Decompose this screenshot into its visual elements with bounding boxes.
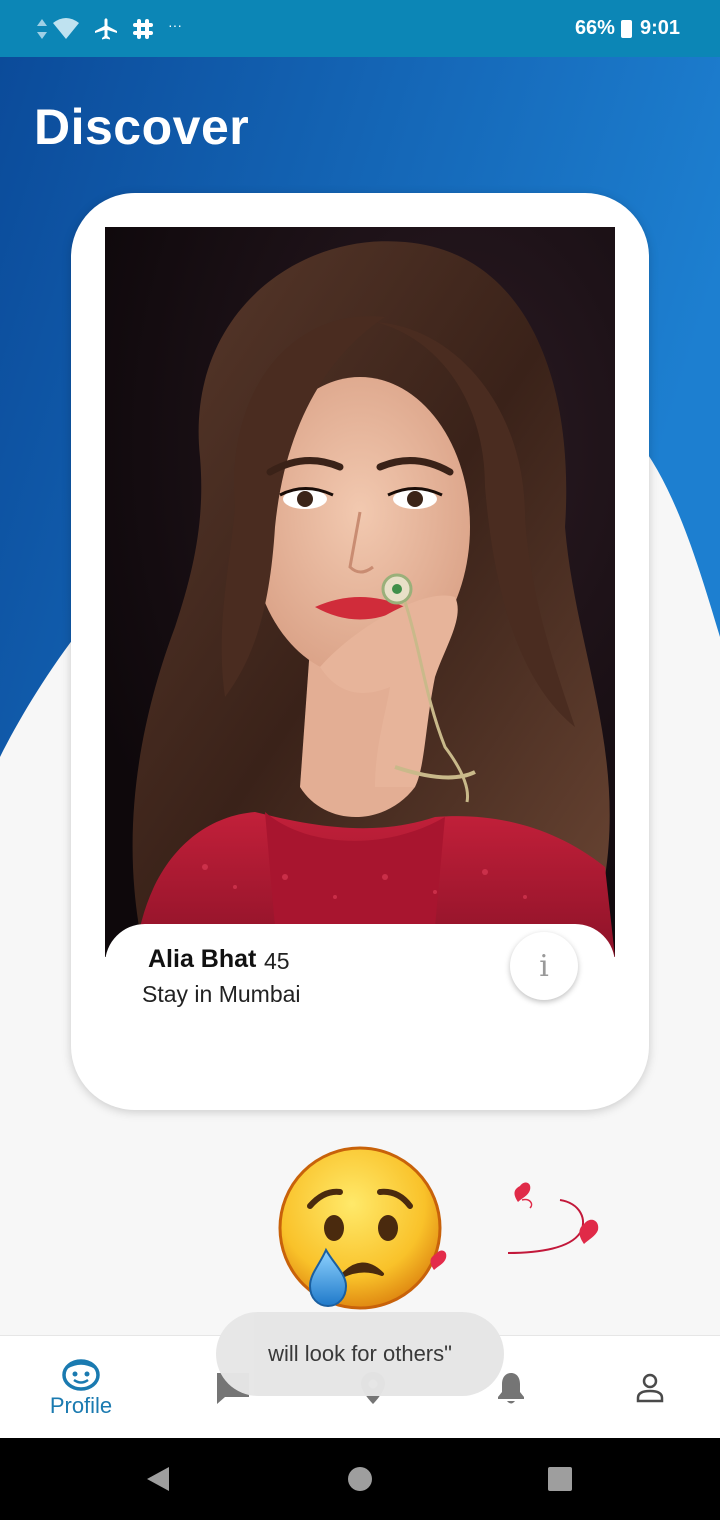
toast-message: will look for others" bbox=[216, 1312, 504, 1396]
profile-photo[interactable] bbox=[105, 227, 615, 957]
home-button[interactable] bbox=[340, 1438, 380, 1520]
profile-location: Stay in Mumbai bbox=[142, 981, 301, 1007]
profile-info-panel: Alia Bhat 45 Stay in Mumbai i bbox=[105, 924, 615, 1044]
nav-item-account[interactable] bbox=[617, 1336, 683, 1439]
floating-hearts-icon bbox=[507, 1182, 599, 1254]
recents-icon bbox=[548, 1467, 572, 1491]
battery-percent: 66% bbox=[574, 17, 615, 39]
slack-icon bbox=[132, 18, 154, 40]
more-notifications-icon: ··· bbox=[168, 16, 182, 33]
nav-label-profile: Profile bbox=[49, 1392, 113, 1418]
profile-card[interactable]: Alia Bhat 45 Stay in Mumbai i bbox=[71, 193, 649, 1110]
data-arrows-icon bbox=[36, 18, 48, 40]
wifi-icon bbox=[52, 17, 80, 40]
status-icons: ··· bbox=[36, 17, 182, 41]
status-bar: ··· 66% 9:01 bbox=[0, 0, 720, 57]
recents-button[interactable] bbox=[540, 1438, 580, 1520]
profile-age: 45 bbox=[264, 948, 290, 974]
person-icon bbox=[636, 1373, 664, 1402]
nav-item-profile[interactable]: Profile bbox=[30, 1336, 132, 1439]
status-right: 66% 9:01 bbox=[575, 17, 680, 40]
page-title: Discover bbox=[34, 99, 250, 155]
bell-icon bbox=[498, 1372, 524, 1403]
info-button[interactable]: i bbox=[510, 932, 578, 1000]
back-icon bbox=[147, 1467, 169, 1491]
sad-crying-face-icon bbox=[278, 1146, 447, 1310]
clock: 9:01 bbox=[639, 17, 680, 39]
profile-name: Alia Bhat bbox=[148, 945, 257, 973]
system-nav-bar bbox=[0, 1438, 720, 1520]
battery-icon bbox=[620, 19, 632, 38]
home-icon bbox=[348, 1467, 372, 1491]
back-button[interactable] bbox=[138, 1438, 178, 1520]
airplane-mode-icon bbox=[94, 17, 118, 41]
face-icon bbox=[62, 1358, 100, 1391]
